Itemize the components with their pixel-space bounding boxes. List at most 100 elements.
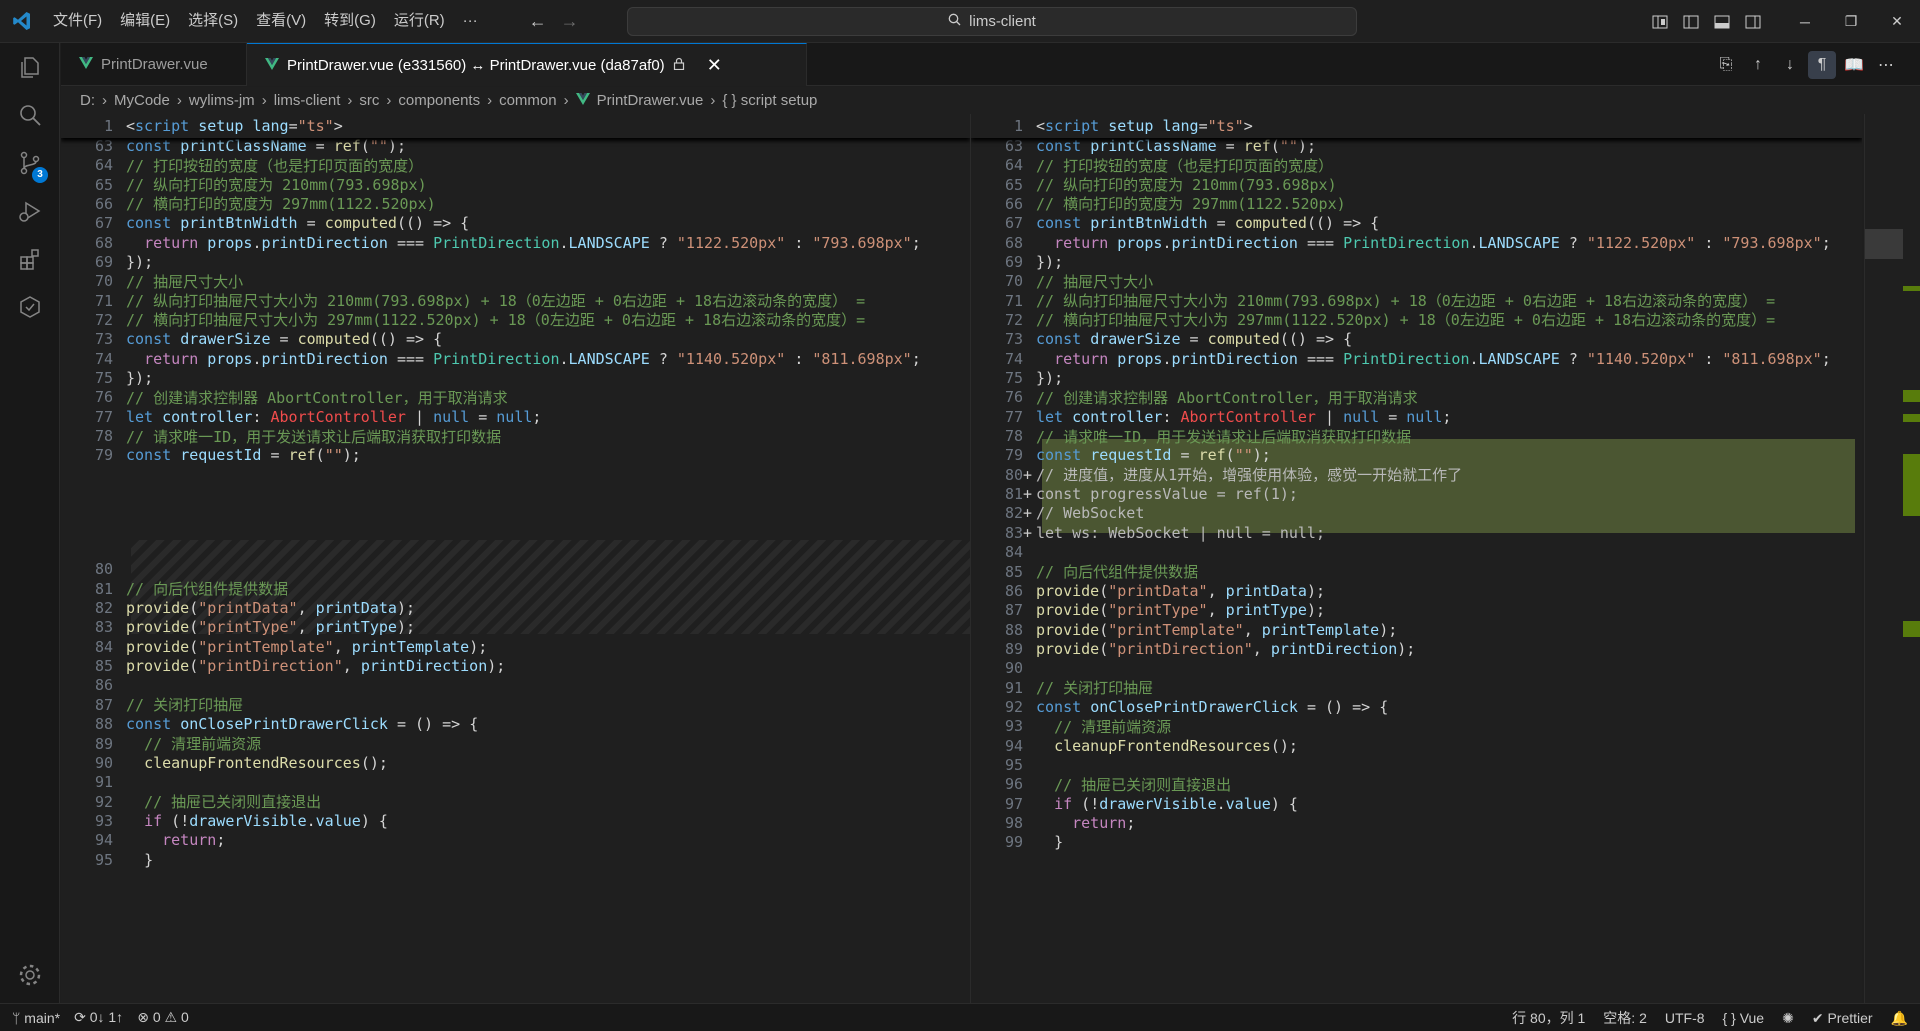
diff-original-pane[interactable]: 1 <script setup lang="ts"> 63 const print… xyxy=(61,114,970,1003)
sticky-scroll-header[interactable]: 1 <script setup lang="ts"> xyxy=(61,114,970,138)
code-line[interactable]: 89 provide("printDirection", printDirect… xyxy=(971,637,1415,661)
code-text: provide("printDirection", printDirection… xyxy=(1036,639,1416,658)
code-line[interactable]: 68 return props.printDirection === Print… xyxy=(971,231,1831,255)
branch-item[interactable]: ᛘ main* xyxy=(12,1010,60,1026)
line-number: 93 xyxy=(94,811,113,830)
code-line[interactable]: 85 provide("printDirection", printDirect… xyxy=(61,654,505,678)
next-change-icon[interactable]: ↓ xyxy=(1776,51,1804,79)
source-control-icon[interactable]: 3 xyxy=(0,139,60,187)
toggle-sidebar-icon[interactable] xyxy=(1675,15,1706,29)
code-text: } xyxy=(144,850,154,869)
code-text: return props.printDirection === PrintDir… xyxy=(1054,349,1831,368)
code-text: provide("printData", printData); xyxy=(126,599,415,618)
close-window-icon[interactable]: ✕ xyxy=(1874,0,1920,43)
search-view-icon[interactable] xyxy=(0,91,60,139)
code-text: // WebSocket xyxy=(1036,504,1145,523)
breadcrumb-item[interactable]: lims-client xyxy=(274,92,341,109)
breadcrumb-item[interactable]: PrintDrawer.vue xyxy=(597,92,704,109)
line-number: 70 xyxy=(1004,272,1023,291)
forward-arrow-icon[interactable]: → xyxy=(561,11,579,32)
code-line[interactable]: 74 return props.printDirection === Print… xyxy=(61,347,921,371)
previous-change-icon[interactable]: ↑ xyxy=(1744,51,1772,79)
menu-item[interactable]: 编辑(E) xyxy=(111,6,179,36)
code-text: provide("printData", printData); xyxy=(1036,581,1325,600)
command-center-search[interactable]: lims-client xyxy=(627,7,1357,36)
prettier-item[interactable]: ✔ Prettier xyxy=(1812,1010,1873,1027)
gutter xyxy=(113,369,126,387)
minimize-icon[interactable]: ─ xyxy=(1782,0,1828,43)
sync-item[interactable]: ⟳ 0↓ 1↑ xyxy=(74,1009,123,1026)
breadcrumb-item[interactable]: wylims-jm xyxy=(189,92,255,109)
gutter xyxy=(113,234,126,252)
change-marker xyxy=(1903,414,1920,422)
breadcrumb-item[interactable]: components xyxy=(398,92,480,109)
toggle-secondary-sidebar-icon[interactable] xyxy=(1737,15,1768,29)
line-number: 80 xyxy=(1004,465,1023,484)
settings-gear-icon[interactable] xyxy=(0,951,60,999)
open-file-icon[interactable]: ⎘ xyxy=(1712,51,1740,79)
change-marker xyxy=(1903,621,1920,637)
menu-item[interactable]: 文件(F) xyxy=(44,6,111,36)
language-mode[interactable]: { } Vue xyxy=(1723,1010,1765,1026)
menu-item[interactable]: 选择(S) xyxy=(179,6,247,36)
gutter xyxy=(1023,795,1036,813)
breadcrumb-item[interactable]: { } script setup xyxy=(722,92,817,109)
indentation[interactable]: 空格: 2 xyxy=(1603,1008,1647,1028)
line-number: 1 xyxy=(103,116,113,135)
line-number: 85 xyxy=(1004,562,1023,581)
tab-diff-printdrawer[interactable]: PrintDrawer.vue (e331560) ↔ PrintDrawer.… xyxy=(247,43,807,86)
overview-ruler[interactable] xyxy=(1864,114,1920,1003)
chevron-right-icon: › xyxy=(563,92,569,109)
menu-item[interactable]: 查看(V) xyxy=(247,6,315,36)
copilot-icon[interactable]: ✺ xyxy=(1782,1010,1794,1027)
run-debug-icon[interactable] xyxy=(0,187,60,235)
tab-printdrawer[interactable]: PrintDrawer.vue xyxy=(61,43,247,86)
cursor-position[interactable]: 行 80，列 1 xyxy=(1512,1008,1585,1028)
code-text: const printBtnWidth = computed(() => { xyxy=(126,214,470,233)
close-tab-icon[interactable]: ✕ xyxy=(707,55,722,76)
line-number: 89 xyxy=(94,734,113,753)
toggle-panel-icon[interactable] xyxy=(1706,15,1737,29)
code-text: provide("printTemplate", printTemplate); xyxy=(1036,620,1398,639)
notifications-bell-icon[interactable]: 🔔 xyxy=(1891,1010,1908,1027)
testing-icon[interactable] xyxy=(0,283,60,331)
line-number: 88 xyxy=(1004,620,1023,639)
code-line[interactable]: 68 return props.printDirection === Print… xyxy=(61,231,921,255)
menu-item[interactable]: 运行(R) xyxy=(385,6,454,36)
customize-layout-icon[interactable] xyxy=(1644,15,1675,29)
show-whitespace-icon[interactable]: ¶ xyxy=(1808,50,1836,79)
back-arrow-icon[interactable]: ← xyxy=(529,11,547,32)
encoding[interactable]: UTF-8 xyxy=(1665,1010,1705,1026)
breadcrumb-item[interactable]: common xyxy=(499,92,557,109)
scroll-thumb[interactable] xyxy=(1865,229,1903,259)
restore-icon[interactable]: ❐ xyxy=(1828,0,1874,43)
problems-item[interactable]: ⊗ 0 ⚠ 0 xyxy=(137,1009,189,1026)
gutter xyxy=(1023,137,1036,155)
explorer-icon[interactable] xyxy=(0,43,60,91)
open-preview-icon[interactable]: 📖 xyxy=(1840,51,1868,79)
sticky-scroll-header[interactable]: 1 <script setup lang="ts"> xyxy=(971,114,1862,138)
more-actions-icon[interactable]: ⋯ xyxy=(1872,51,1900,79)
title-bar: 文件(F) 编辑(E) 选择(S) 查看(V) 转到(G) 运行(R) ··· ← → li… xyxy=(0,0,1920,43)
chevron-right-icon: › xyxy=(386,92,392,109)
breadcrumb-item[interactable]: D: xyxy=(80,92,95,109)
code-line[interactable]: 79 const requestId = ref(""); xyxy=(61,444,361,468)
menu-item[interactable]: ··· xyxy=(454,6,487,36)
diff-modified-pane[interactable]: 1 <script setup lang="ts"> 63 const print… xyxy=(971,114,1862,1003)
breadcrumb-item[interactable]: MyCode xyxy=(114,92,170,109)
extensions-icon[interactable] xyxy=(0,235,60,283)
error-icon: ⊗ xyxy=(137,1009,149,1025)
line-number: 80 xyxy=(94,560,113,579)
code-text: cleanupFrontendResources(); xyxy=(1054,736,1298,755)
line-number: 98 xyxy=(1004,814,1023,833)
prettier-label: Prettier xyxy=(1827,1009,1873,1026)
gutter xyxy=(113,715,126,733)
gutter xyxy=(113,311,126,329)
breadcrumb-item[interactable]: src xyxy=(359,92,379,109)
code-line[interactable]: 74 return props.printDirection === Print… xyxy=(971,347,1831,371)
menu-item[interactable]: 转到(G) xyxy=(315,6,385,36)
line-number: 64 xyxy=(1004,156,1023,175)
code-line[interactable]: 99 } xyxy=(971,831,1063,855)
gutter xyxy=(113,618,126,636)
code-line[interactable]: 95 } xyxy=(61,848,153,872)
